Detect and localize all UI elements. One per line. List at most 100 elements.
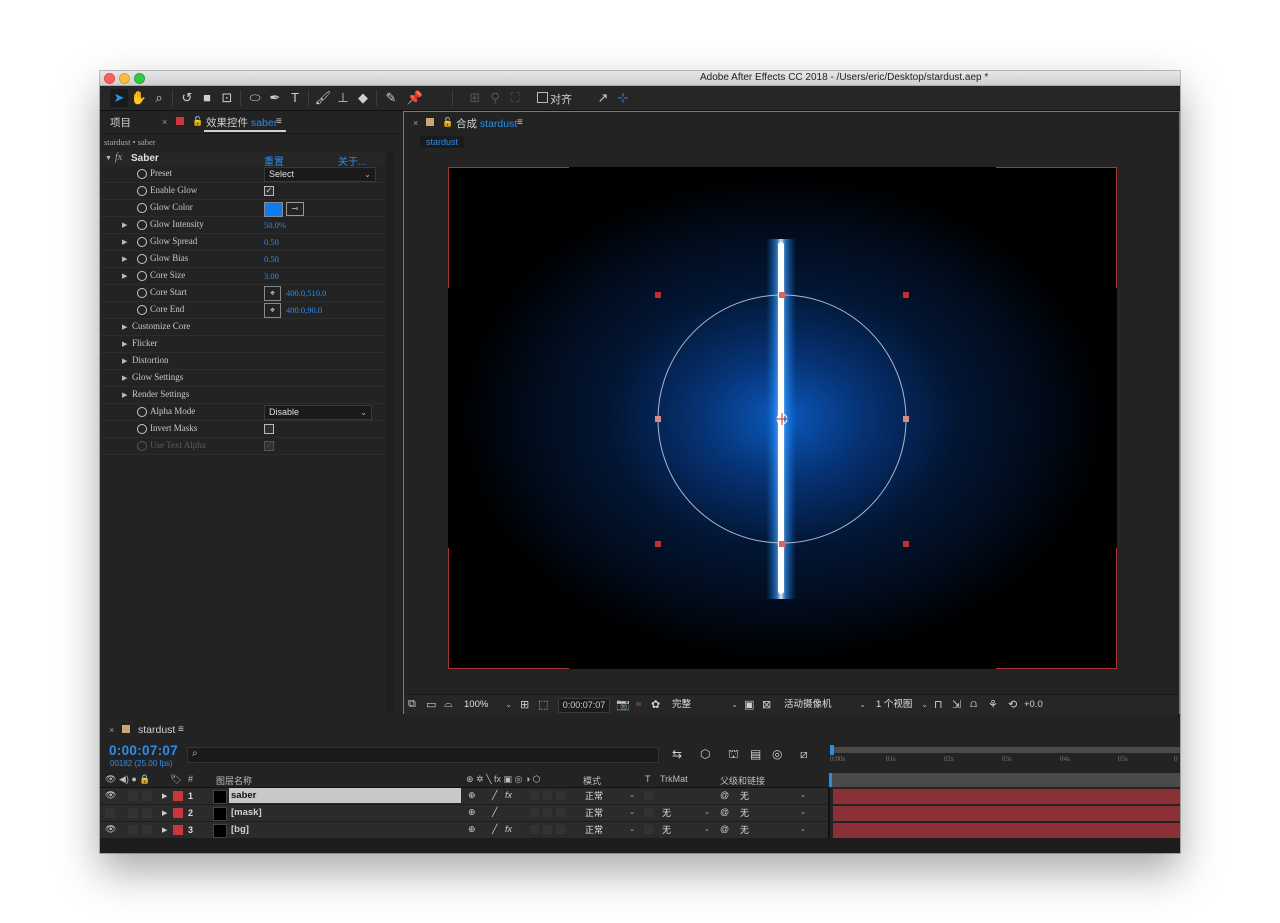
core-start-value[interactable]: 400.0,510.0 (286, 288, 326, 298)
parent-dropdown[interactable]: 无 ⌄ (740, 807, 806, 819)
expand-triangle-icon[interactable]: ▶ (122, 340, 127, 348)
zoom-dropdown[interactable]: 100% ⌄ (464, 698, 512, 711)
hide-shy-layers-icon[interactable]: ⛫ (728, 747, 739, 763)
property-group-row[interactable]: ▶ Distortion (100, 353, 386, 370)
layer-name[interactable]: [mask] (229, 805, 461, 820)
motion-blur-icon[interactable]: ◎ (772, 747, 782, 761)
effect-header-saber[interactable]: ▼ fx Saber 重置 关于... (100, 152, 386, 168)
alpha-mode-dropdown[interactable]: Disable ⌄ (264, 405, 372, 420)
eye-icon[interactable]: 👁 (105, 824, 116, 835)
maximize-window-button[interactable] (134, 73, 145, 84)
fx-icon[interactable]: fx (505, 790, 512, 800)
stopwatch-icon[interactable] (137, 424, 147, 434)
lock-icon[interactable]: 🔓 (442, 117, 453, 128)
stopwatch-icon[interactable] (137, 186, 147, 196)
table-row[interactable]: ▶ 2 [mask] ⊕ ╱ 正常 ⌄ 无 ⌄ @ 无 ⌄ (100, 805, 828, 822)
stopwatch-icon[interactable] (137, 407, 147, 417)
current-time-indicator[interactable] (829, 773, 832, 787)
tab-project[interactable]: 项目 (110, 115, 131, 130)
layer-name[interactable]: saber (229, 788, 461, 803)
glow-color-swatch[interactable] (264, 202, 283, 217)
shy-icon[interactable]: ⊕ (468, 807, 476, 818)
view-axis-icon[interactable]: ⛶ (506, 89, 524, 107)
stopwatch-icon[interactable] (137, 305, 147, 315)
expand-triangle-icon[interactable]: ▶ (122, 255, 127, 263)
stopwatch-icon[interactable] (137, 203, 147, 213)
expand-triangle-icon[interactable]: ▶ (122, 221, 127, 229)
collapse-triangle-icon[interactable]: ▼ (105, 155, 112, 162)
quality-icon[interactable]: ╱ (492, 824, 497, 835)
stopwatch-icon[interactable] (137, 220, 147, 230)
pen-tool-icon[interactable]: ✒ (266, 89, 284, 107)
show-snapshot-icon[interactable]: ⚭ (634, 698, 643, 711)
layer-search-input[interactable]: ⌕ (187, 747, 659, 763)
always-preview-icon[interactable]: ⧉ (408, 698, 416, 711)
property-group-row[interactable]: ▶ Flicker (100, 336, 386, 353)
layer-duration-bar[interactable] (833, 789, 1180, 804)
mask-visibility-icon[interactable]: ⬚ (538, 698, 548, 711)
vr-icon[interactable]: ⌓ (444, 698, 453, 711)
timeline-current-time[interactable]: 0:00:07:07 (109, 743, 178, 758)
core-size-value[interactable]: 3.00 (264, 271, 279, 281)
snap-target-icon[interactable]: ⊹ (614, 89, 632, 107)
zoom-tool-icon[interactable]: ⌕ (150, 89, 168, 107)
ellipse-tool-icon[interactable]: ⬭ (246, 89, 264, 107)
stopwatch-icon[interactable] (137, 169, 147, 179)
flowchart-icon[interactable]: ⚘ (988, 698, 998, 711)
pick-whip-icon[interactable]: @ (720, 824, 729, 834)
region-of-interest-icon[interactable]: ▣ (744, 698, 754, 711)
close-tab-icon[interactable]: × (413, 118, 418, 128)
panel-menu-icon[interactable]: ≡ (517, 117, 523, 128)
minimize-window-button[interactable] (119, 73, 130, 84)
graph-editor-icon[interactable]: ⧄ (800, 747, 808, 762)
parent-dropdown[interactable]: 无 ⌄ (740, 824, 806, 836)
property-group-row[interactable]: ▶ Glow Settings (100, 370, 386, 387)
property-group-row[interactable]: ▶ Customize Core (100, 319, 386, 336)
lock-icon[interactable]: 🔓 (192, 116, 203, 127)
expand-triangle-icon[interactable]: ▶ (122, 238, 127, 246)
time-navigator[interactable] (830, 773, 1180, 787)
layer-name[interactable]: [bg] (229, 822, 461, 837)
composition-viewer[interactable] (448, 167, 1117, 669)
tab-effect-controls[interactable]: 效果控件 saber (206, 115, 277, 130)
expand-triangle-icon[interactable]: ▶ (162, 826, 167, 834)
stopwatch-icon[interactable] (137, 288, 147, 298)
blend-mode-dropdown[interactable]: 正常 ⌄ (585, 790, 635, 802)
resolution-dropdown[interactable]: 完整 ⌄ (672, 698, 738, 711)
stopwatch-icon[interactable] (137, 237, 147, 247)
effect-controls-scrollbar[interactable] (386, 152, 394, 712)
local-axis-icon[interactable]: ⊞ (466, 89, 484, 107)
frame-blending-icon[interactable]: ▤ (750, 747, 761, 761)
current-time-field[interactable]: 0:00:07:07 (558, 698, 610, 713)
blend-mode-dropdown[interactable]: 正常 ⌄ (585, 807, 635, 819)
display-icon[interactable]: ▭ (426, 698, 436, 711)
label-color-icon[interactable] (173, 791, 183, 801)
enable-glow-checkbox[interactable]: ✓ (264, 186, 274, 196)
draft-3d-icon[interactable]: ⬡ (700, 747, 710, 761)
timeline-icon[interactable]: ⩍ (970, 698, 977, 711)
crosshair-icon[interactable]: ⌖ (264, 286, 281, 301)
pan-behind-tool-icon[interactable]: ⊡ (218, 89, 236, 107)
close-tab-icon[interactable]: × (109, 725, 114, 735)
text-tool-icon[interactable]: T (286, 89, 304, 107)
expand-triangle-icon[interactable]: ▶ (122, 357, 127, 365)
comp-breadcrumb-tab[interactable]: stardust (420, 136, 465, 148)
puppet-pin-tool-icon[interactable]: 📌 (406, 89, 424, 107)
reset-exposure-icon[interactable]: ⟲ (1008, 698, 1017, 711)
property-group-row[interactable]: ▶ Render Settings (100, 387, 386, 404)
camera-dropdown[interactable]: 活动摄像机 ⌄ (784, 698, 866, 711)
view-layout-dropdown[interactable]: 1 个视图 ⌄ (876, 698, 928, 711)
table-row[interactable]: 👁 ▶ 1 saber ⊕ ╱ fx 正常 ⌄ @ 无 ⌄ (100, 788, 828, 805)
work-area-start-handle[interactable] (830, 745, 834, 755)
align-checkbox[interactable] (537, 92, 548, 103)
label-color-icon[interactable] (173, 808, 183, 818)
shy-icon[interactable]: ⊕ (468, 790, 476, 801)
snapping-icon[interactable]: ↗ (594, 89, 612, 107)
eyedropper-icon[interactable]: ⊸ (286, 202, 304, 216)
invert-masks-checkbox[interactable] (264, 424, 274, 434)
work-area-bar[interactable] (830, 747, 1180, 753)
close-window-button[interactable] (104, 73, 115, 84)
panel-menu-icon[interactable]: ≡ (276, 116, 282, 127)
time-ruler[interactable]: 0:00s 01s 02s 03s 04s 05s 0 (830, 745, 1180, 773)
core-end-value[interactable]: 400.0,90.0 (286, 305, 322, 315)
